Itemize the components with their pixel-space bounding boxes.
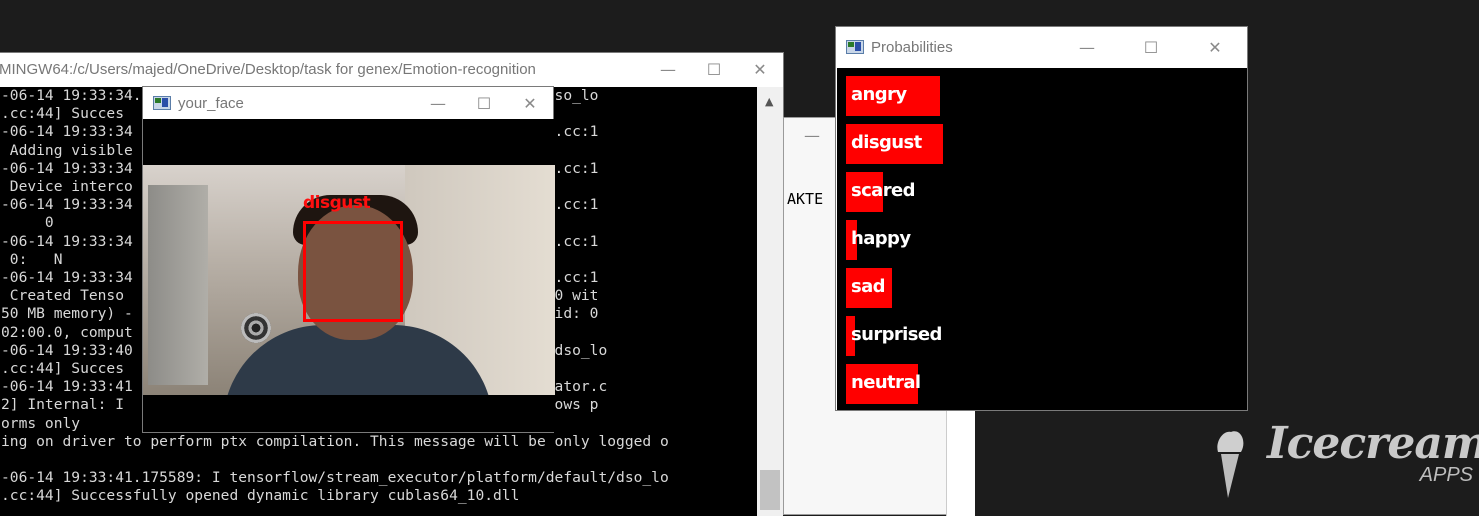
- minimize-button[interactable]: —: [415, 87, 461, 119]
- close-button[interactable]: ✕: [507, 87, 553, 119]
- detected-emotion-label: disgust: [303, 193, 371, 213]
- face-window[interactable]: your_face — ☐ ✕ disgust: [142, 86, 555, 433]
- probability-label-scared: scared: [851, 180, 916, 201]
- background-door: [148, 185, 208, 385]
- text-fragment: AKTE: [787, 190, 824, 208]
- terminal-title: MINGW64:/c/Users/majed/OneDrive/Desktop/…: [0, 60, 536, 78]
- maximize-button[interactable]: ☐: [691, 53, 737, 85]
- probabilities-window[interactable]: Probabilities — ☐ ✕ angry disgust scared ha…: [835, 26, 1248, 411]
- maximize-button[interactable]: ☐: [461, 87, 507, 119]
- terminal-titlebar[interactable]: MINGW64:/c/Users/majed/OneDrive/Desktop/…: [0, 53, 783, 85]
- probability-label-angry: angry: [851, 84, 907, 105]
- scroll-up-arrow-icon[interactable]: ▲: [765, 95, 773, 108]
- terminal-line: ing on driver to perform ptx compilation…: [1, 432, 669, 450]
- ice-cream-icon: [1217, 431, 1244, 498]
- terminal-line: .cc:44] Successfully opened dynamic libr…: [1, 487, 520, 505]
- logo-brand: Icecream: [1267, 418, 1479, 469]
- icecream-apps-logo: Icecream APPS: [1205, 408, 1479, 508]
- app-icon: [846, 40, 864, 54]
- app-icon: [153, 96, 171, 110]
- close-button[interactable]: ✕: [737, 53, 783, 85]
- minimize-button[interactable]: —: [804, 126, 820, 145]
- minimize-button[interactable]: —: [1055, 27, 1119, 67]
- camera-feed-area: disgust: [143, 119, 555, 432]
- logo-sub: APPS: [1419, 464, 1473, 486]
- probabilities-titlebar[interactable]: Probabilities — ☐ ✕: [836, 27, 1247, 67]
- terminal-scrollbar[interactable]: ▲: [757, 87, 783, 516]
- probability-label-surprised: surprised: [851, 324, 942, 345]
- camera-feed: disgust: [143, 165, 555, 395]
- probability-label-sad: sad: [851, 276, 886, 297]
- probability-label-happy: happy: [851, 228, 911, 249]
- face-titlebar[interactable]: your_face — ☐ ✕: [143, 87, 553, 119]
- minimize-button[interactable]: —: [645, 53, 691, 85]
- face-bounding-box: [303, 221, 403, 322]
- maximize-button[interactable]: ☐: [1119, 27, 1183, 67]
- face-window-title: your_face: [178, 94, 244, 112]
- probability-chart: angry disgust scared happy sad surprised neutr…: [837, 68, 1247, 410]
- scrollbar-thumb[interactable]: [760, 470, 780, 510]
- probabilities-title: Probabilities: [871, 38, 953, 56]
- terminal-line: -06-14 19:33:41.175589: I tensorflow/str…: [1, 469, 669, 487]
- dartboard: [241, 313, 271, 343]
- probability-label-neutral: neutral: [851, 372, 921, 393]
- probability-label-disgust: disgust: [851, 132, 922, 153]
- close-button[interactable]: ✕: [1183, 27, 1247, 67]
